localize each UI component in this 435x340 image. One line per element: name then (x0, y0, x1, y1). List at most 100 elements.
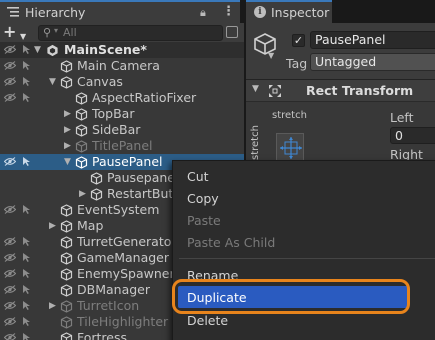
menu-item-copy[interactable]: Copy (187, 191, 219, 206)
gameobject-icon (60, 60, 73, 73)
picking-icon[interactable] (21, 284, 32, 295)
gameobject-icon (60, 284, 73, 297)
eye-hidden-icon[interactable] (4, 285, 16, 294)
eye-icon[interactable] (4, 157, 16, 166)
gameobject-icon (60, 300, 73, 313)
menu-separator (179, 258, 435, 259)
picking-icon[interactable] (21, 316, 32, 327)
gameobject-icon (60, 316, 73, 329)
hierarchy-row[interactable]: ▼ Canvas (0, 74, 244, 90)
collapse-arrow-icon[interactable]: ▶ (49, 219, 56, 233)
hierarchy-row-label: TurretIcon (77, 298, 140, 313)
eye-hidden-icon[interactable] (4, 77, 16, 86)
inspector-header: ▼ ✓ PausePanel Tag Untagged (246, 23, 435, 79)
hierarchy-row-label: Canvas (77, 74, 123, 89)
picking-icon[interactable] (21, 92, 32, 103)
collapse-arrow-icon[interactable]: ▶ (64, 139, 71, 153)
hierarchy-row-label: Pausepane (107, 170, 175, 185)
unity-scene-icon (47, 44, 58, 57)
hierarchy-row[interactable]: ▶ SideBar (0, 122, 244, 138)
collapse-arrow-icon[interactable]: ▶ (64, 123, 71, 137)
hierarchy-row[interactable]: ▶ TitlePanel (0, 138, 244, 154)
collapse-arrow-icon[interactable]: ▶ (79, 187, 86, 201)
annotation-highlight-ring (172, 279, 410, 314)
picking-icon[interactable] (21, 60, 32, 71)
gameobject-icon (60, 204, 73, 217)
gameobject-icon (60, 252, 73, 265)
anchor-presets-button[interactable] (276, 133, 304, 161)
expand-arrow-icon[interactable]: ▼ (64, 155, 71, 169)
more-options-icon[interactable]: ⋮ (222, 4, 235, 19)
eye-hidden-icon[interactable] (4, 317, 16, 326)
inspector-tab-bar: i Inspector (246, 0, 435, 23)
scene-visibility-toggle[interactable] (226, 26, 238, 38)
gameobject-icon (90, 172, 103, 185)
eye-hidden-icon[interactable] (4, 237, 16, 246)
tag-dropdown[interactable]: Untagged (310, 53, 435, 71)
left-label: Left (390, 110, 414, 125)
hierarchy-tab[interactable]: Hierarchy 🔒︎ ⋮ (0, 0, 240, 23)
scene-row[interactable]: ▼ MainScene* (0, 42, 244, 58)
eye-hidden-icon[interactable] (4, 61, 16, 70)
hierarchy-row[interactable]: AspectRatioFixer (0, 90, 244, 106)
rect-transform-icon (269, 85, 281, 97)
add-object-button[interactable]: + ▼ (3, 24, 33, 42)
eye-hidden-icon[interactable] (4, 45, 16, 54)
collapse-arrow-icon[interactable]: ▶ (64, 107, 71, 121)
picking-icon[interactable] (21, 300, 32, 311)
anchor-preset-label: stretch (272, 110, 307, 121)
active-checkbox[interactable]: ✓ (292, 34, 305, 47)
expand-arrow-icon[interactable]: ▼ (34, 43, 41, 57)
search-placeholder: All (54, 26, 76, 39)
menu-item-paste-as-child[interactable]: Paste As Child (187, 235, 275, 250)
eye-hidden-icon[interactable] (4, 253, 16, 262)
rect-transform-header[interactable]: ▼ Rect Transform (246, 80, 435, 102)
hierarchy-row-label: TurretGenerator (77, 234, 177, 249)
menu-item-delete[interactable]: Delete (187, 313, 228, 328)
hierarchy-row-label: EnemySpawner (77, 266, 175, 281)
eye-hidden-icon[interactable] (4, 269, 16, 278)
eye-hidden-icon[interactable] (4, 205, 16, 214)
hierarchy-row-label: TileHighlighter (77, 314, 169, 329)
menu-item-paste[interactable]: Paste (187, 213, 221, 228)
scene-name: MainScene* (64, 42, 147, 57)
picking-icon[interactable] (21, 204, 32, 215)
gameobject-icon (75, 156, 88, 169)
picking-icon[interactable] (21, 76, 32, 87)
picking-icon[interactable] (21, 44, 32, 55)
hierarchy-row[interactable]: Main Camera (0, 58, 244, 74)
gameobject-icon (75, 92, 88, 105)
object-name-field[interactable]: PausePanel (310, 31, 435, 49)
picking-icon[interactable] (21, 156, 32, 167)
inspector-tab-label: Inspector (271, 5, 330, 20)
hierarchy-row-label: EventSystem (77, 202, 160, 217)
gameobject-icon (75, 108, 88, 121)
hierarchy-row-label: Map (77, 218, 104, 233)
inspector-tab[interactable]: i Inspector (246, 0, 332, 23)
collapse-arrow-icon[interactable]: ▶ (49, 299, 56, 313)
expand-arrow-icon[interactable]: ▼ (49, 75, 56, 89)
search-input[interactable]: ⚲ All (38, 25, 223, 41)
picking-icon[interactable] (21, 268, 32, 279)
picking-icon[interactable] (21, 332, 32, 340)
hierarchy-row-label: TopBar (92, 106, 135, 121)
eye-hidden-icon[interactable] (4, 301, 16, 310)
picking-icon[interactable] (21, 236, 32, 247)
left-field[interactable]: 0 (390, 127, 435, 144)
menu-item-cut[interactable]: Cut (187, 169, 209, 184)
hierarchy-row[interactable]: ▶ TopBar (0, 106, 244, 122)
gameobject-icon (60, 268, 73, 281)
gameobject-icon (60, 220, 73, 233)
search-icon: ⚲ (43, 26, 52, 39)
eye-hidden-icon[interactable] (4, 93, 16, 102)
picking-icon[interactable] (21, 252, 32, 263)
expand-arrow-icon[interactable]: ▼ (252, 84, 259, 94)
hierarchy-tab-bar: Hierarchy 🔒︎ ⋮ (0, 0, 244, 23)
lock-icon[interactable]: 🔒︎ (200, 6, 206, 20)
eye-hidden-icon[interactable] (4, 333, 16, 340)
chevron-down-icon[interactable]: ▼ (268, 51, 274, 60)
tag-label: Tag (286, 56, 308, 71)
gameobject-icon (60, 236, 73, 249)
hierarchy-toolbar: + ▼ ⚲ All (0, 23, 244, 42)
component-title: Rect Transform (306, 83, 414, 98)
